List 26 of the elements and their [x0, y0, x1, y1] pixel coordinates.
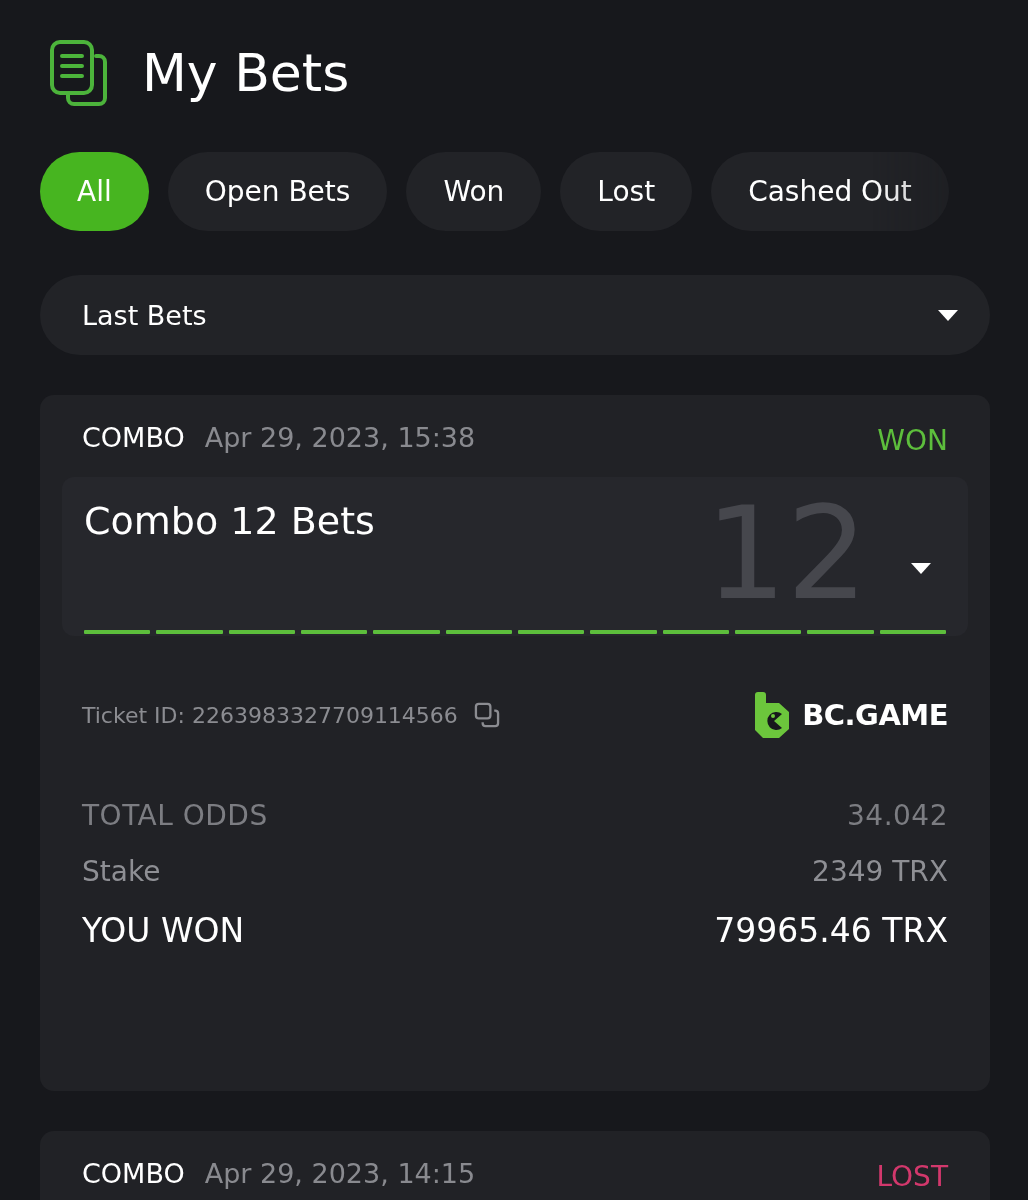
bets-dropdown[interactable]: Last Bets	[40, 275, 990, 355]
filter-tab[interactable]: Cashed Out	[711, 152, 949, 231]
summary-label: YOU WON	[82, 910, 245, 950]
summary-value: 79965.46 TRX	[714, 910, 948, 950]
filter-tab[interactable]: Won	[406, 152, 542, 231]
summary-value: 2349 TRX	[812, 854, 948, 888]
summary-label: Stake	[82, 854, 161, 888]
combo-title: Combo 12 Bets	[84, 498, 375, 545]
filter-tab[interactable]: Open Bets	[167, 152, 388, 231]
brand-name: BC.GAME	[802, 698, 948, 732]
page-title: My Bets	[142, 42, 350, 105]
bet-status: WON	[877, 423, 948, 457]
summary-value: 34.042	[847, 798, 948, 832]
filter-tab[interactable]: Lost	[560, 152, 693, 231]
bet-date: Apr 29, 2023, 15:38	[204, 421, 476, 453]
bet-status: LOST	[876, 1159, 948, 1193]
bet-date: Apr 29, 2023, 14:15	[204, 1157, 476, 1189]
documents-icon	[50, 40, 108, 106]
logo-icon	[754, 692, 791, 738]
caret-icon	[938, 309, 958, 321]
bet-type: COMBO	[82, 421, 185, 453]
bet-type: COMBO	[82, 1157, 185, 1189]
caret-icon	[911, 563, 931, 574]
summary-label: TOTAL ODDS	[82, 798, 268, 832]
copy-icon[interactable]	[473, 702, 500, 728]
ticket-id: Ticket ID: 2263983327709114566	[82, 702, 458, 728]
